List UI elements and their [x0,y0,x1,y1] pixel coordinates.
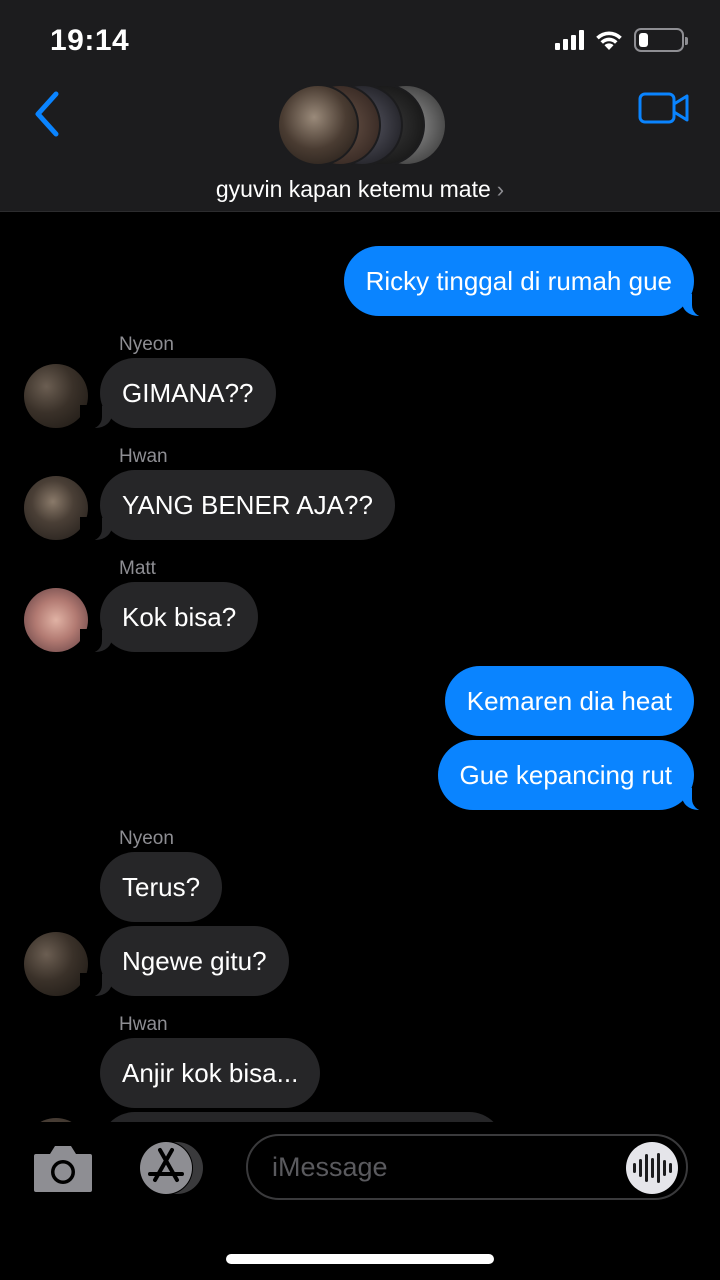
battery-level [639,33,648,47]
audio-waveform-icon[interactable] [626,1142,678,1194]
wifi-icon [596,31,622,50]
message-input-field[interactable] [246,1134,688,1200]
group-name: gyuvin kapan ketemu mate [215,176,491,202]
message-bubble-incoming[interactable]: Kok bisa? [79,582,259,653]
sender-name: Hwan [119,1014,168,1035]
message-bubble-incoming[interactable]: Terus? [100,852,223,922]
message-list[interactable]: Ricky tinggal di rumah gue Nyeon GIMANA?… [0,213,720,1122]
chevron-right-icon: › [496,177,505,202]
message-bubble-incoming[interactable]: YANG BENER AJA?? [80,470,395,541]
message-bubble-outgoing[interactable]: Gue kepancing rut [437,740,715,811]
avatar[interactable] [24,932,88,996]
conversation-header: 19:14 gyuvin kapan ketemu mate › [0,0,720,212]
back-button[interactable] [28,88,68,140]
group-avatar [277,84,359,166]
home-indicator[interactable] [226,1254,494,1264]
group-name-button[interactable]: gyuvin kapan ketemu mate › [0,176,720,203]
message-bubble-outgoing[interactable]: Ricky tinggal di rumah gue [343,246,715,317]
sender-name: Nyeon [119,828,174,849]
group-avatar-stack[interactable] [277,84,447,166]
message-bubble-outgoing[interactable]: Kemaren dia heat [444,666,694,736]
avatar[interactable] [24,588,88,652]
video-camera-icon[interactable] [638,90,690,126]
camera-icon[interactable] [32,1142,94,1194]
status-time: 19:14 [50,24,130,57]
message-bubble-incoming[interactable]: Ngewe gitu? [80,926,289,997]
battery-icon [634,28,688,52]
sender-name: Matt [119,558,156,579]
message-bubble-incoming-partial[interactable] [100,1112,504,1122]
avatar[interactable] [24,364,88,428]
message-input[interactable] [272,1136,612,1198]
message-bubble-incoming[interactable]: Anjir kok bisa... [100,1038,321,1108]
app-store-icon[interactable] [134,1140,206,1196]
message-bubble-incoming[interactable]: GIMANA?? [80,358,276,429]
sender-name: Nyeon [119,334,174,355]
cellular-signal-icon [555,30,584,50]
status-icons [555,28,688,52]
sender-name: Hwan [119,446,168,467]
avatar[interactable] [24,476,88,540]
